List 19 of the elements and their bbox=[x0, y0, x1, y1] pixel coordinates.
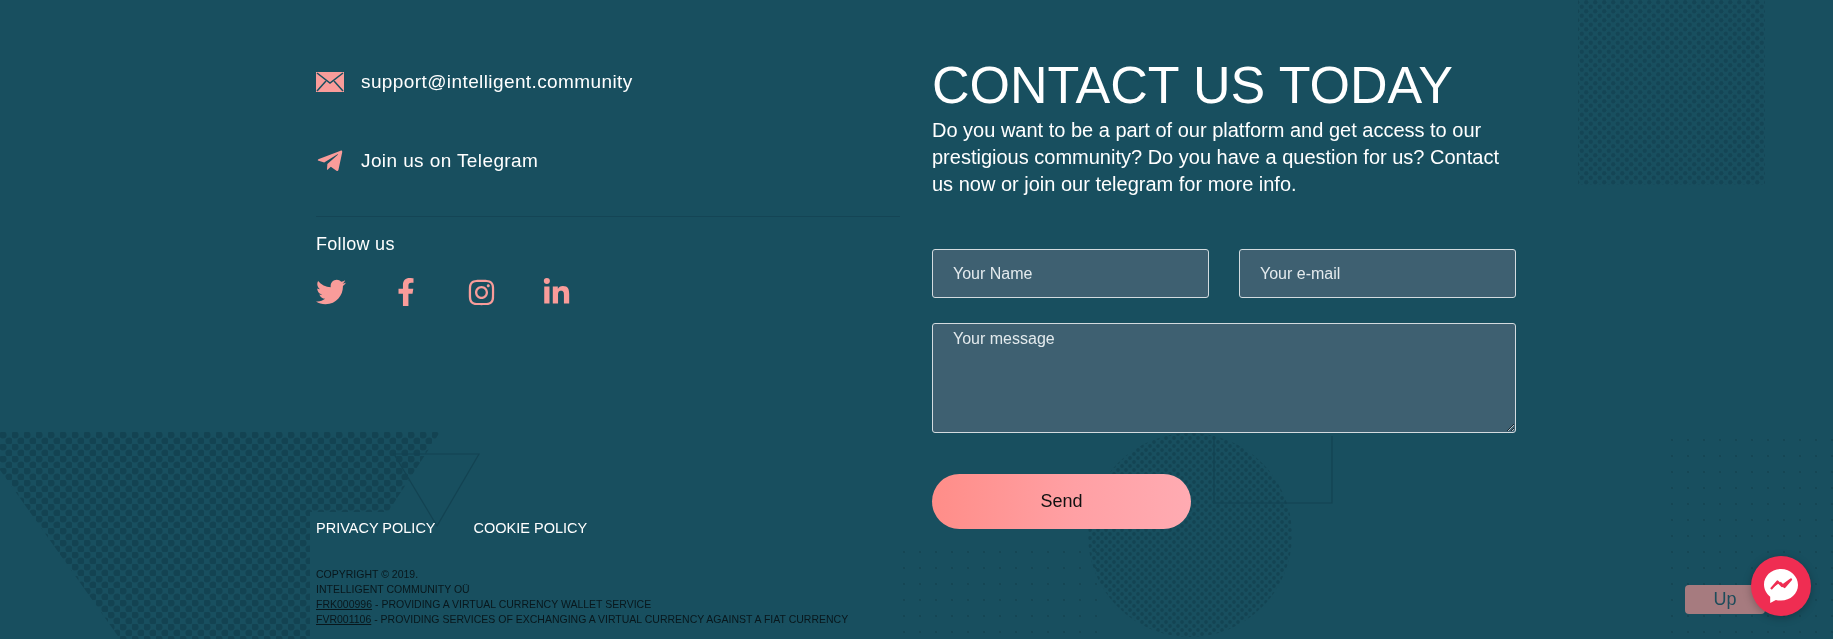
policy-link[interactable]: COOKIE POLICY bbox=[473, 519, 588, 537]
instagram-icon[interactable] bbox=[466, 277, 496, 307]
license-text: FRK000996 - PROVIDING A VIRTUAL CURRENCY WALLET SERVICE bbox=[316, 597, 652, 612]
policy-link[interactable]: PRIVACY POLICY bbox=[316, 519, 436, 537]
message-field[interactable]: Your message bbox=[932, 323, 1516, 433]
envelope-icon bbox=[316, 72, 344, 92]
chat-bubble-icon bbox=[1762, 567, 1800, 605]
contact-heading: CONTACT US TODAY bbox=[932, 59, 1454, 111]
copyright-text: INTELLIGENT COMMUNITY OÜ bbox=[316, 582, 470, 597]
contact-link[interactable]: Join us on Telegram bbox=[316, 146, 539, 176]
input-field[interactable]: Your e-mail bbox=[1239, 249, 1516, 298]
copyright-text: COPYRIGHT © 2019. bbox=[316, 567, 419, 582]
twitter-icon[interactable] bbox=[316, 277, 346, 307]
license-text: FVR001106 - PROVIDING SERVICES OF EXCHANGING A VIRTUAL CURRENCY AGAINST A FIAT CURRENCY bbox=[316, 612, 849, 627]
intro-text: Do you want to be a part of our platform and get access to our prestigious community? Do you have a question for us? Contact us now or join our telegram for more info. bbox=[932, 118, 1500, 197]
input-field[interactable]: Your Name bbox=[932, 249, 1209, 298]
contact-link[interactable]: support@intelligent.community bbox=[316, 67, 633, 97]
send-button[interactable]: Send bbox=[932, 474, 1191, 529]
follow-title: Follow us bbox=[316, 233, 395, 256]
